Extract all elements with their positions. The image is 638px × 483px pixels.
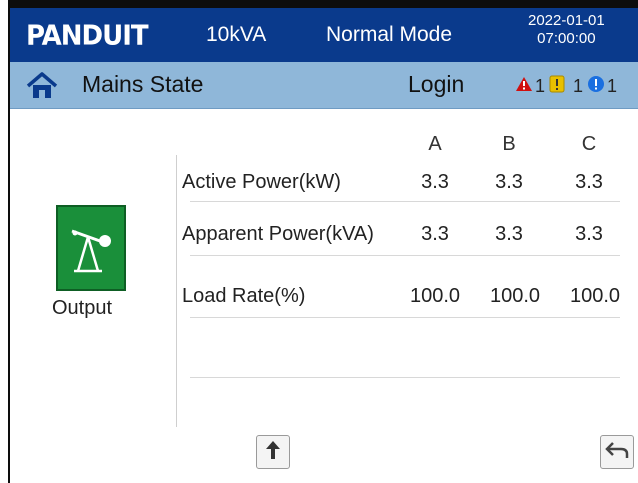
active-power-c: 3.3 (575, 171, 603, 193)
row-divider (190, 201, 620, 202)
warning-alarm-icon (549, 75, 565, 98)
alarm-summary[interactable]: 1 1 1 (515, 74, 621, 98)
critical-alarm-count: 1 (535, 75, 546, 96)
back-icon (605, 440, 629, 465)
ups-rating: 10kVA (206, 23, 267, 46)
column-header-c: C (581, 133, 597, 155)
apparent-power-c: 3.3 (575, 223, 603, 245)
brand-logo: PANDUIT (26, 20, 149, 52)
page-up-button[interactable] (256, 435, 290, 469)
top-bar: PANDUIT 10kVA Normal Mode 2022-01-01 07:… (10, 8, 638, 62)
switch-icon (58, 229, 124, 293)
info-alarm-count: 1 (607, 75, 618, 96)
load-rate-c: 100.0 (569, 285, 621, 307)
home-icon[interactable] (26, 72, 58, 100)
column-header-b: B (502, 133, 516, 155)
row-label-active-power: Active Power(kW) (182, 171, 341, 193)
back-button[interactable] (600, 435, 634, 469)
arrow-up-icon (264, 439, 282, 466)
row-divider (190, 317, 620, 318)
sub-bar: Mains State Login 1 1 1 (10, 62, 638, 109)
active-power-a: 3.3 (421, 171, 449, 193)
row-label-apparent-power: Apparent Power(kVA) (182, 223, 374, 245)
time-text: 07:00:00 (537, 30, 596, 47)
apparent-power-a: 3.3 (421, 223, 449, 245)
divider (176, 155, 177, 427)
row-divider (190, 255, 620, 256)
row-label-load-rate: Load Rate(%) (182, 285, 306, 307)
warning-alarm-count: 1 (573, 75, 584, 96)
column-header-a: A (428, 133, 442, 155)
output-switch-button[interactable] (56, 205, 126, 291)
operating-mode: Normal Mode (326, 23, 453, 46)
load-rate-b: 100.0 (489, 285, 541, 307)
page-title: Mains State (82, 71, 204, 97)
active-power-b: 3.3 (495, 171, 523, 193)
login-button[interactable]: Login (408, 71, 464, 98)
row-divider (190, 377, 620, 378)
output-label: Output (52, 297, 113, 319)
load-rate-a: 100.0 (409, 285, 461, 307)
date-text: 2022-01-01 (528, 12, 605, 29)
info-alarm-icon (587, 75, 605, 98)
critical-alarm-icon (515, 76, 533, 97)
apparent-power-b: 3.3 (495, 223, 523, 245)
main-content: Output A B C Active Power(kW) 3.3 3.3 3.… (10, 109, 638, 483)
datetime: 2022-01-01 07:00:00 (528, 12, 605, 48)
